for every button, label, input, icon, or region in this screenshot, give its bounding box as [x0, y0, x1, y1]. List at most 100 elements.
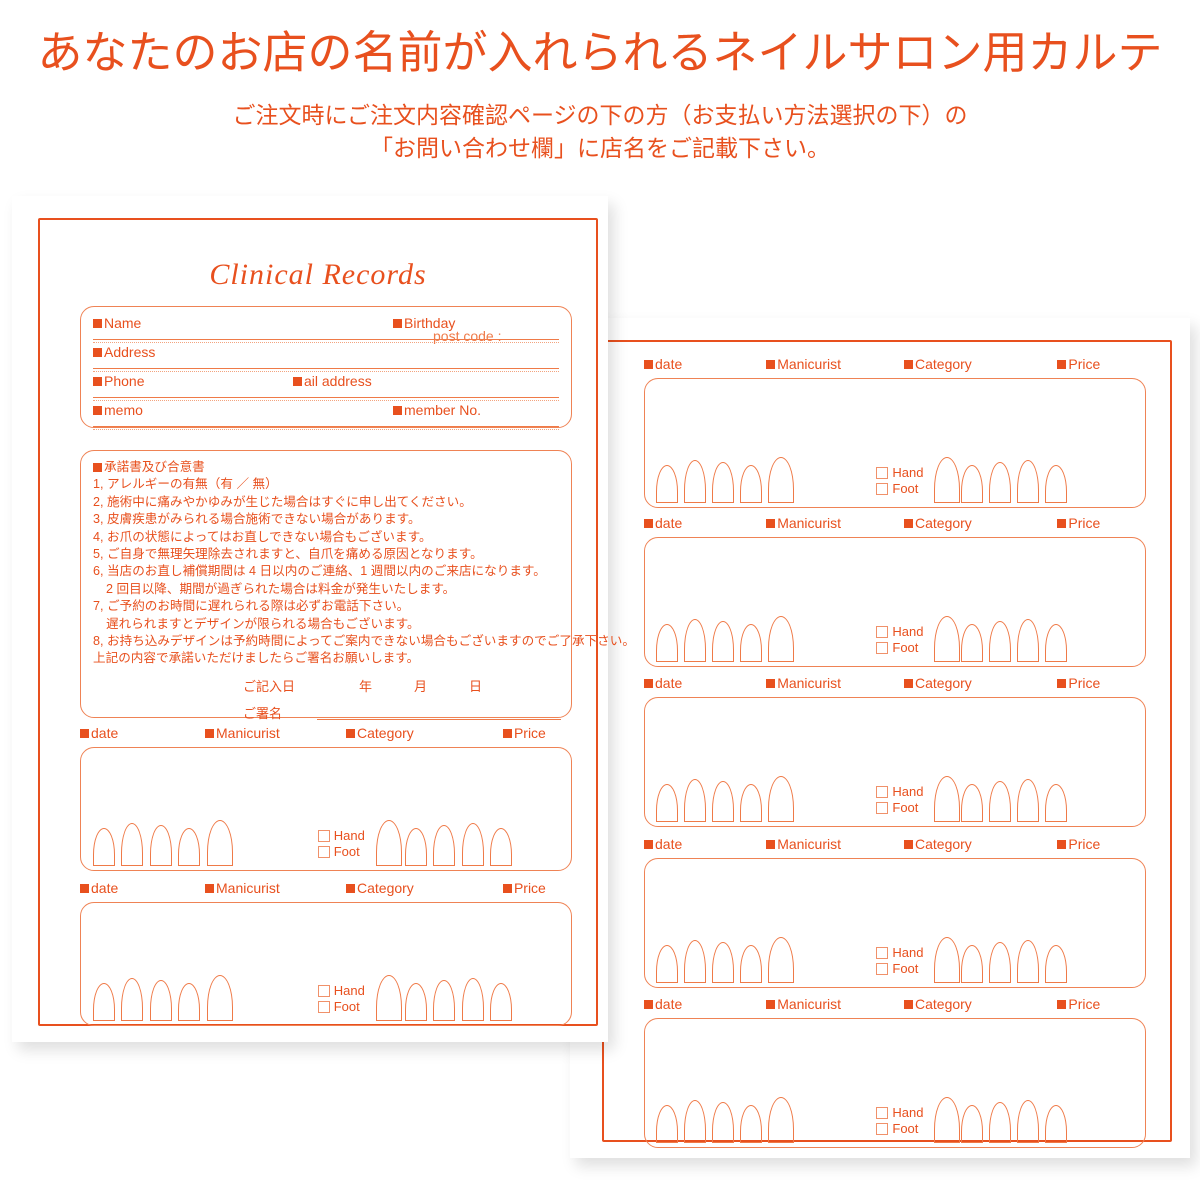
- column-date[interactable]: date: [644, 675, 682, 691]
- nail-shape-right-3[interactable]: [989, 621, 1012, 662]
- checkbox-hand-box[interactable]: [317, 830, 330, 842]
- nail-shape-right-2[interactable]: [404, 983, 427, 1021]
- nail-shape-left-3[interactable]: [149, 980, 172, 1021]
- checkbox-foot[interactable]: Foot: [317, 844, 365, 860]
- nail-shape-right-1[interactable]: [376, 975, 403, 1021]
- nail-shape-right-3[interactable]: [989, 942, 1012, 983]
- checkbox-hand-box[interactable]: [876, 626, 889, 638]
- field-name[interactable]: Name: [93, 315, 141, 331]
- column-manicurist[interactable]: Manicurist: [205, 725, 280, 741]
- column-manicurist[interactable]: Manicurist: [766, 675, 841, 691]
- nail-shape-right-4[interactable]: [1017, 619, 1040, 662]
- nail-shape-left-2[interactable]: [684, 779, 707, 822]
- nail-shape-right-1[interactable]: [933, 1097, 960, 1143]
- nail-shape-right-5[interactable]: [1044, 945, 1067, 983]
- entry-date-day[interactable]: 日: [469, 676, 482, 695]
- checkbox-foot-box[interactable]: [876, 1123, 889, 1135]
- signature-input-rule[interactable]: [317, 718, 561, 720]
- nail-shape-left-3[interactable]: [712, 621, 735, 662]
- field-memo[interactable]: memo: [93, 402, 143, 418]
- column-category[interactable]: Category: [904, 836, 972, 852]
- treatment-row-canvas[interactable]: Hand Foot: [644, 697, 1146, 827]
- checkbox-foot[interactable]: Foot: [876, 481, 923, 497]
- column-category[interactable]: Category: [904, 515, 972, 531]
- nail-shape-left-4[interactable]: [739, 465, 762, 503]
- nail-shape-right-3[interactable]: [989, 1102, 1012, 1143]
- nail-shape-right-2[interactable]: [961, 784, 984, 822]
- entry-date-year[interactable]: 年: [359, 676, 372, 695]
- checkbox-hand[interactable]: Hand: [876, 784, 923, 800]
- checkbox-foot-box[interactable]: [317, 846, 330, 858]
- checkbox-hand[interactable]: Hand: [876, 945, 923, 961]
- treatment-row-canvas[interactable]: Hand Foot: [80, 902, 572, 1026]
- checkbox-foot-box[interactable]: [876, 483, 889, 495]
- nail-shape-right-3[interactable]: [989, 781, 1012, 822]
- column-category[interactable]: Category: [346, 725, 414, 741]
- column-category[interactable]: Category: [904, 356, 972, 372]
- column-date[interactable]: date: [80, 725, 118, 741]
- column-date[interactable]: date: [644, 356, 682, 372]
- nail-shape-right-4[interactable]: [1017, 940, 1040, 983]
- treatment-row-canvas[interactable]: Hand Foot: [644, 858, 1146, 988]
- nail-shape-left-4[interactable]: [739, 945, 762, 983]
- nail-shape-left-3[interactable]: [712, 781, 735, 822]
- treatment-row-canvas[interactable]: Hand Foot: [644, 1018, 1146, 1148]
- nail-shape-left-2[interactable]: [684, 1100, 707, 1143]
- checkbox-hand-box[interactable]: [876, 786, 889, 798]
- checkbox-foot[interactable]: Foot: [876, 1121, 923, 1137]
- treatment-row-canvas[interactable]: Hand Foot: [80, 747, 572, 871]
- nail-shape-left-3[interactable]: [712, 1102, 735, 1143]
- checkbox-foot[interactable]: Foot: [876, 800, 923, 816]
- column-manicurist[interactable]: Manicurist: [766, 996, 841, 1012]
- entry-date-month[interactable]: 月: [414, 676, 427, 695]
- checkbox-foot[interactable]: Foot: [317, 999, 365, 1015]
- column-price[interactable]: Price: [1057, 675, 1100, 691]
- nail-shape-right-4[interactable]: [1017, 460, 1040, 503]
- column-manicurist[interactable]: Manicurist: [766, 515, 841, 531]
- nail-shape-left-4[interactable]: [178, 983, 201, 1021]
- checkbox-hand[interactable]: Hand: [876, 465, 923, 481]
- checkbox-foot-box[interactable]: [876, 963, 889, 975]
- field-phone[interactable]: Phone: [93, 373, 144, 389]
- nail-shape-right-2[interactable]: [961, 945, 984, 983]
- column-price[interactable]: Price: [1057, 836, 1100, 852]
- checkbox-foot-box[interactable]: [876, 802, 889, 814]
- nail-shape-left-1[interactable]: [92, 828, 115, 866]
- checkbox-hand[interactable]: Hand: [317, 828, 365, 844]
- column-date[interactable]: date: [644, 515, 682, 531]
- nail-shape-right-2[interactable]: [961, 1105, 984, 1143]
- nail-shape-left-1[interactable]: [92, 983, 115, 1021]
- column-price[interactable]: Price: [502, 725, 546, 741]
- checkbox-foot-box[interactable]: [317, 1001, 330, 1013]
- nail-shape-left-1[interactable]: [656, 624, 679, 662]
- nail-shape-right-2[interactable]: [404, 828, 427, 866]
- nail-shape-left-5[interactable]: [767, 1097, 794, 1143]
- nail-shape-left-4[interactable]: [739, 784, 762, 822]
- column-price[interactable]: Price: [502, 880, 546, 896]
- column-price[interactable]: Price: [1057, 515, 1100, 531]
- nail-shape-left-5[interactable]: [767, 616, 794, 662]
- checkbox-foot-box[interactable]: [876, 642, 889, 654]
- checkbox-hand[interactable]: Hand: [317, 983, 365, 999]
- treatment-row-canvas[interactable]: Hand Foot: [644, 537, 1146, 667]
- nail-shape-right-4[interactable]: [461, 823, 484, 866]
- nail-shape-left-3[interactable]: [712, 462, 735, 503]
- nail-shape-right-2[interactable]: [961, 465, 984, 503]
- column-date[interactable]: date: [80, 880, 118, 896]
- checkbox-foot[interactable]: Foot: [876, 961, 923, 977]
- column-price[interactable]: Price: [1057, 356, 1100, 372]
- checkbox-hand-box[interactable]: [876, 467, 889, 479]
- column-category[interactable]: Category: [904, 675, 972, 691]
- nail-shape-right-1[interactable]: [933, 457, 960, 503]
- nail-shape-right-4[interactable]: [461, 978, 484, 1021]
- column-date[interactable]: date: [644, 996, 682, 1012]
- column-category[interactable]: Category: [346, 880, 414, 896]
- nail-shape-right-5[interactable]: [1044, 1105, 1067, 1143]
- nail-shape-left-2[interactable]: [684, 940, 707, 983]
- nail-shape-right-5[interactable]: [1044, 624, 1067, 662]
- column-category[interactable]: Category: [904, 996, 972, 1012]
- nail-shape-right-5[interactable]: [1044, 784, 1067, 822]
- field-mail-address[interactable]: ail address: [293, 373, 372, 389]
- nail-shape-right-4[interactable]: [1017, 1100, 1040, 1143]
- nail-shape-left-1[interactable]: [656, 465, 679, 503]
